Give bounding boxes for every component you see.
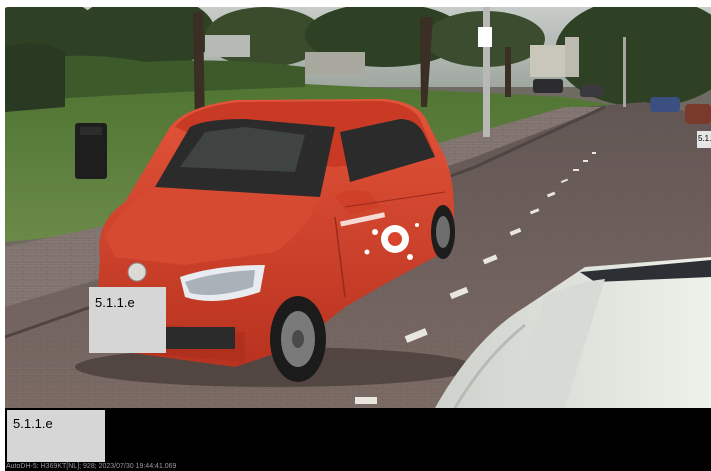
redaction-box-main: 5.1.1.e bbox=[89, 287, 166, 353]
info-bar bbox=[5, 408, 711, 471]
capture-caption: AutoDH-5: H369KT[NL]; 928; 2023/07/30 19… bbox=[6, 463, 177, 470]
lamp-post bbox=[483, 7, 490, 137]
photo-frame: 5.1.1.e 5.1.1.e 5.1.1 AutoDH-5: H369KT[N… bbox=[0, 0, 711, 471]
redaction-box-edge: 5.1.1 bbox=[697, 131, 711, 148]
hedge bbox=[5, 43, 65, 112]
parking-sign bbox=[478, 27, 492, 47]
redaction-box-bottom: 5.1.1.e bbox=[7, 410, 105, 462]
